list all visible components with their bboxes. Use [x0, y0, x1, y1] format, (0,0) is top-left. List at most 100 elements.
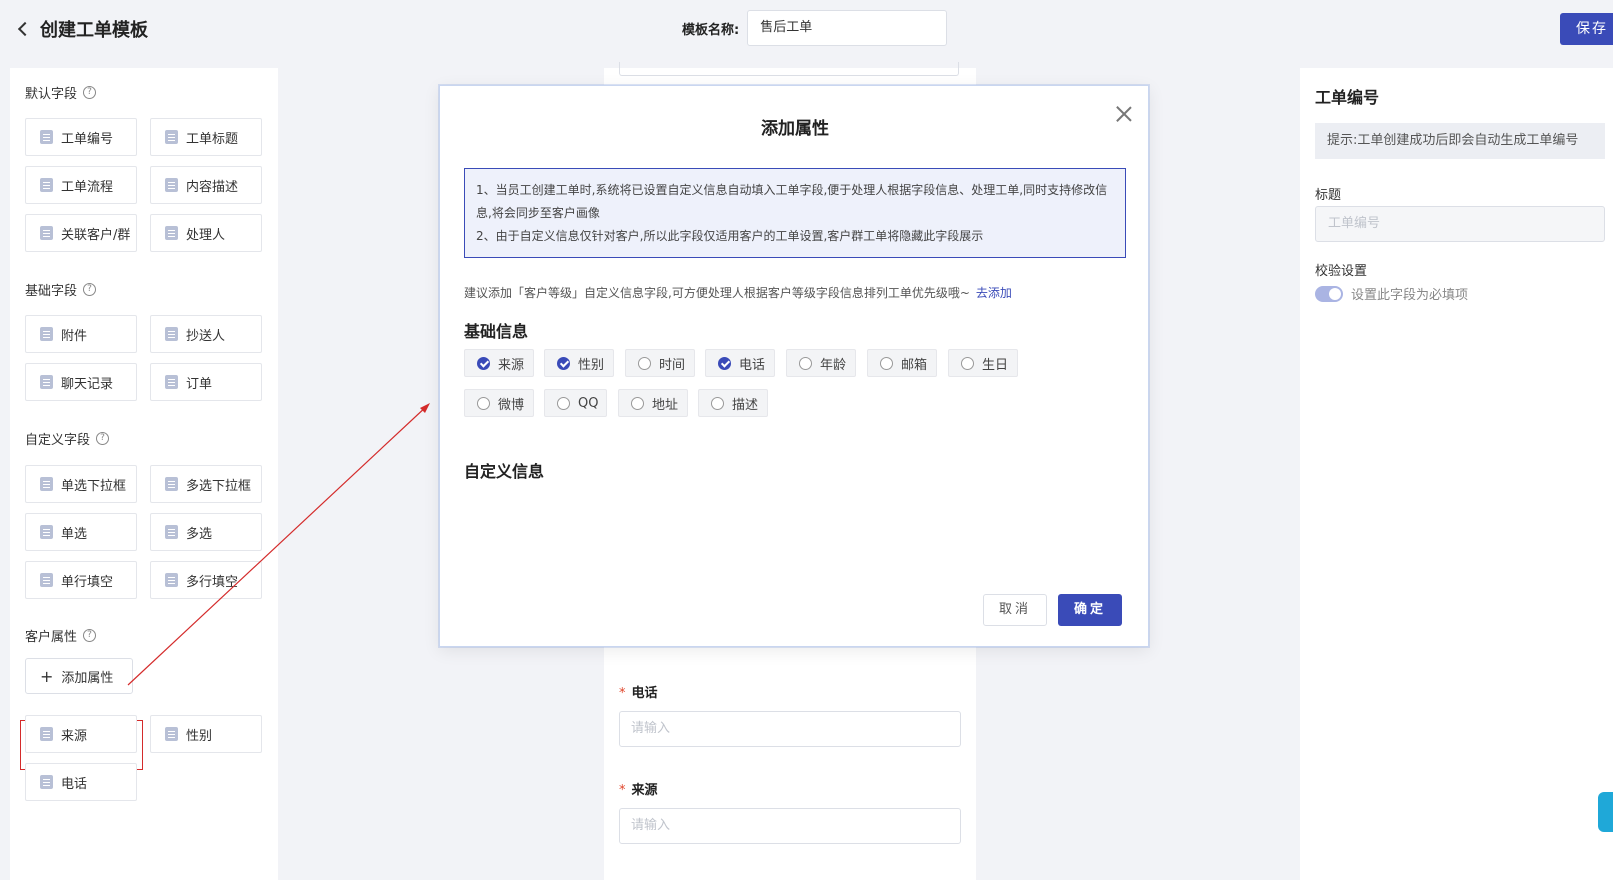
confirm-button[interactable]: 确定 [1058, 594, 1122, 626]
option-checkbox[interactable]: 年龄 [786, 349, 856, 377]
option-checkbox[interactable]: 来源 [464, 349, 534, 377]
option-label: 生日 [982, 357, 1009, 373]
document-icon [165, 178, 178, 192]
option-label: 性别 [578, 357, 605, 373]
custom-fields-label: 自定义字段 [25, 433, 91, 448]
form-field-stub [619, 62, 959, 76]
document-icon [40, 375, 53, 389]
option-label: 微博 [498, 397, 525, 413]
custom-info-title: 自定义信息 [464, 462, 545, 481]
document-icon [165, 727, 178, 741]
required-switch-label: 设置此字段为必填项 [1351, 288, 1469, 303]
annotation-arrow-head [420, 403, 430, 413]
save-button[interactable]: 保存 [1560, 13, 1613, 45]
required-toggle-switch[interactable] [1315, 285, 1343, 302]
document-icon [165, 477, 178, 491]
field-item-label: 电话 [61, 776, 88, 792]
close-icon[interactable] [1116, 106, 1132, 122]
field-item-description[interactable]: 内容描述 [150, 166, 262, 204]
unchecked-circle-icon [799, 356, 812, 370]
help-icon[interactable]: ? [83, 629, 97, 642]
document-icon [40, 573, 53, 587]
field-item-label: 工单编号 [61, 131, 114, 147]
required-asterisk: * [619, 686, 626, 701]
document-icon [40, 130, 53, 144]
title-label: 标题 [1315, 188, 1342, 203]
field-item-label: 内容描述 [186, 179, 239, 195]
field-item-label: 附件 [61, 328, 88, 344]
option-checkbox[interactable]: 时间 [625, 349, 695, 377]
back-button[interactable]: 创建工单模板 [14, 16, 148, 42]
add-attribute-modal: 添加属性 1、当员工创建工单时,系统将已设置自定义信息自动填入工单字段,便于处理… [439, 85, 1149, 647]
field-item-ticket-number[interactable]: 工单编号 [25, 118, 137, 156]
field-item-single-dropdown[interactable]: 单选下拉框 [25, 465, 137, 503]
field-item-single-line[interactable]: 单行填空 [25, 561, 137, 599]
option-checkbox[interactable]: 生日 [948, 349, 1018, 377]
form-field-label-source: * 来源 [619, 779, 658, 798]
field-item-related-customer[interactable]: 关联客户/群 [25, 214, 137, 252]
unchecked-circle-icon [631, 396, 644, 410]
go-add-link[interactable]: 去添加 [976, 286, 1012, 300]
option-checkbox[interactable]: 邮箱 [867, 349, 937, 377]
option-checkbox[interactable]: 描述 [698, 389, 768, 417]
checked-circle-icon [477, 356, 490, 370]
help-icon[interactable]: ? [83, 283, 97, 296]
option-label: 年龄 [820, 357, 847, 373]
field-item-label: 订单 [186, 376, 213, 392]
help-icon[interactable]: ? [96, 432, 110, 445]
field-item-attachment[interactable]: 附件 [25, 315, 137, 353]
option-checkbox[interactable]: 微博 [464, 389, 534, 417]
field-item-multi-dropdown[interactable]: 多选下拉框 [150, 465, 262, 503]
field-item-label: 性别 [186, 728, 213, 744]
field-item-phone[interactable]: 电话 [25, 763, 137, 801]
template-name-input[interactable]: 售后工单 [747, 10, 948, 46]
required-asterisk: * [619, 783, 626, 798]
option-label: 来源 [498, 357, 525, 373]
option-label: 地址 [652, 397, 679, 413]
field-item-label: 单行填空 [61, 574, 114, 590]
field-item-source[interactable]: 来源 [25, 715, 137, 753]
option-label: 邮箱 [901, 357, 928, 373]
document-icon [40, 226, 53, 240]
field-item-gender[interactable]: 性别 [150, 715, 262, 753]
document-icon [40, 178, 53, 192]
add-attribute-label: 添加属性 [61, 670, 114, 686]
basic-fields-heading: 基础字段 ? [25, 280, 97, 299]
option-label: 电话 [739, 357, 766, 373]
option-checkbox[interactable]: QQ [544, 389, 607, 417]
field-item-order[interactable]: 订单 [150, 363, 262, 401]
add-attribute-button[interactable]: + 添加属性 [25, 658, 133, 694]
field-item-ticket-title[interactable]: 工单标题 [150, 118, 262, 156]
template-name-group: 模板名称: 售后工单 [682, 10, 948, 46]
field-item-handler[interactable]: 处理人 [150, 214, 262, 252]
document-icon [165, 573, 178, 587]
field-item-multi-line[interactable]: 多行填空 [150, 561, 262, 599]
template-name-label: 模板名称: [682, 22, 740, 38]
panel-tip: 提示:工单创建成功后即会自动生成工单编号 [1315, 123, 1605, 159]
field-item-multi-choice[interactable]: 多选 [150, 513, 262, 551]
unchecked-circle-icon [880, 356, 893, 370]
option-checkbox[interactable]: 地址 [618, 389, 688, 417]
cancel-button[interactable]: 取消 [983, 594, 1047, 626]
unchecked-circle-icon [711, 396, 724, 410]
floating-side-tab[interactable] [1598, 792, 1613, 832]
option-checkbox[interactable]: 电话 [705, 349, 775, 377]
field-item-label: 关联客户/群 [61, 227, 131, 243]
form-input-source[interactable]: 请输入 [619, 808, 961, 844]
help-icon[interactable]: ? [83, 86, 97, 99]
field-item-chat-record[interactable]: 聊天记录 [25, 363, 137, 401]
field-item-ticket-flow[interactable]: 工单流程 [25, 166, 137, 204]
checked-circle-icon [557, 356, 570, 370]
document-icon [40, 525, 53, 539]
field-item-cc[interactable]: 抄送人 [150, 315, 262, 353]
field-item-label: 多选 [186, 526, 213, 542]
field-item-label: 单选 [61, 526, 88, 542]
basic-info-title: 基础信息 [464, 322, 529, 341]
title-input-disabled: 工单编号 [1315, 206, 1605, 242]
form-field-label-text: 来源 [631, 783, 658, 798]
field-item-label: 单选下拉框 [61, 478, 127, 494]
form-input-phone[interactable]: 请输入 [619, 711, 961, 747]
field-item-single-choice[interactable]: 单选 [25, 513, 137, 551]
modal-title: 添加属性 [761, 119, 829, 139]
option-checkbox[interactable]: 性别 [544, 349, 614, 377]
